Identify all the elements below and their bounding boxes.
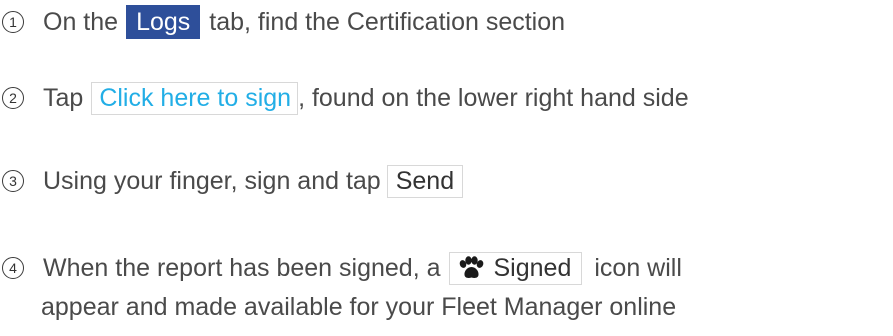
click-here-to-sign-button: Click here to sign xyxy=(91,81,299,115)
step-2: 2 Tap Click here to sign , found on the … xyxy=(0,81,689,115)
step-1-text-after: tab, find the Certification section xyxy=(209,8,566,36)
step-4-text-after: icon will xyxy=(594,254,682,282)
step-4-text-line2: appear and made available for your Fleet… xyxy=(41,293,677,321)
logs-tab-badge: Logs xyxy=(126,5,201,39)
step-4: 4 When the report has been signed, a Sig… xyxy=(0,251,682,285)
signed-label: Signed xyxy=(493,253,572,282)
step-2-text-before: Tap xyxy=(43,84,84,112)
step-1-text-before: On the xyxy=(43,8,119,36)
step-number-4: 4 xyxy=(2,257,24,279)
step-number-1: 1 xyxy=(2,11,24,33)
step-1: 1 On the Logs tab, find the Certificatio… xyxy=(0,5,565,39)
step-number-2: 2 xyxy=(2,87,24,109)
step-4-text-before: When the report has been signed, a xyxy=(43,254,441,282)
signed-badge: Signed xyxy=(448,251,583,285)
paw-icon xyxy=(459,256,483,278)
send-button: Send xyxy=(386,164,464,198)
step-number-3: 3 xyxy=(2,170,24,192)
step-2-text-after: , found on the lower right hand side xyxy=(298,84,689,112)
step-3-text-before: Using your finger, sign and tap xyxy=(43,167,381,195)
step-3: 3 Using your finger, sign and tap Send xyxy=(0,164,464,198)
